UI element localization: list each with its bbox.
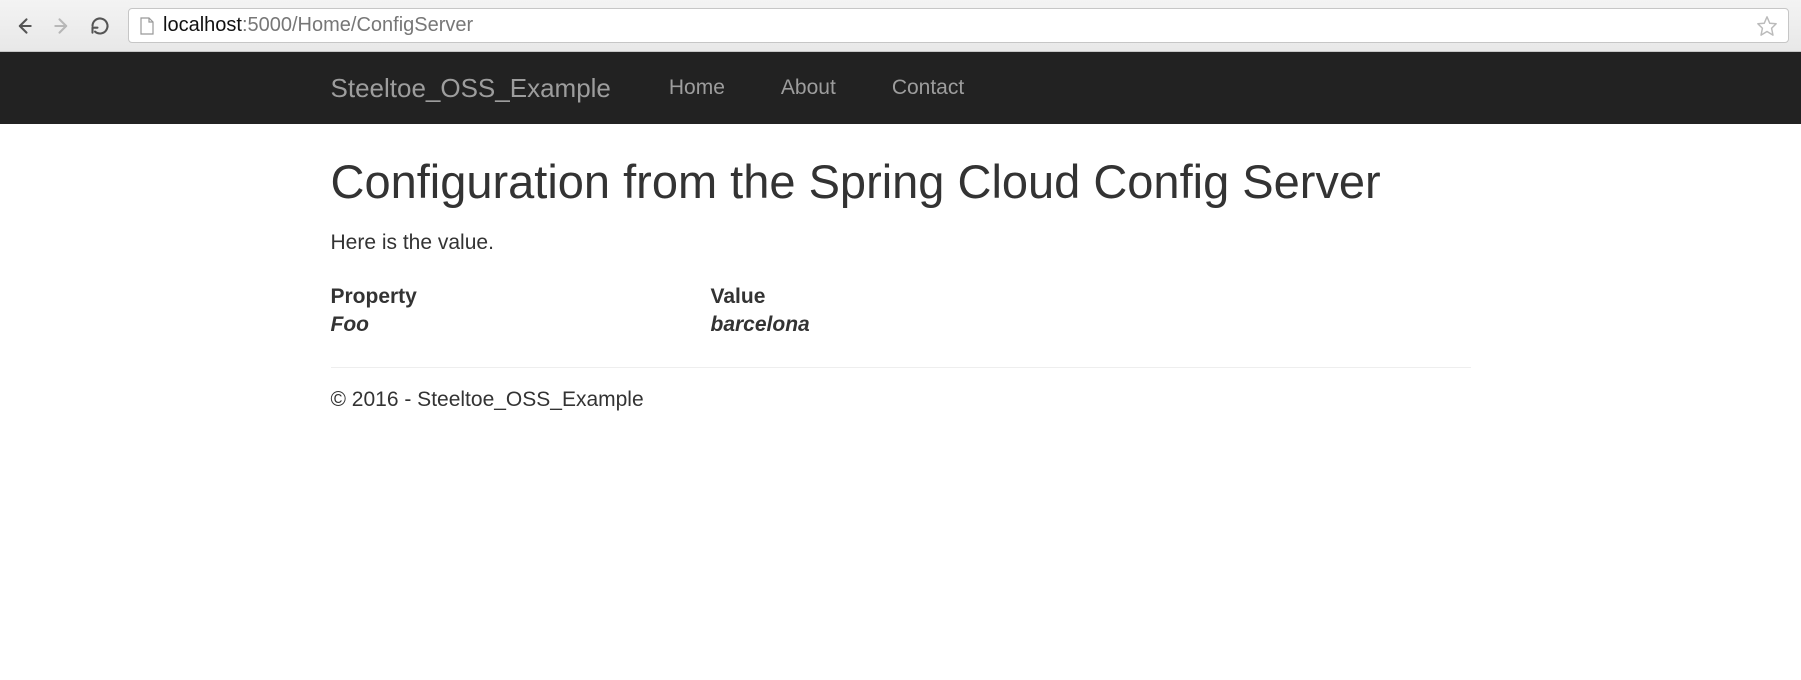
app-navbar: Steeltoe_OSS_Example Home About Contact bbox=[0, 52, 1801, 124]
divider bbox=[331, 367, 1471, 368]
bookmark-star-icon[interactable] bbox=[1756, 15, 1778, 37]
config-table: Property Value Foo barcelona bbox=[331, 283, 1471, 339]
forward-button[interactable] bbox=[50, 14, 74, 38]
address-url: localhost:5000/Home/ConfigServer bbox=[163, 14, 1748, 37]
url-path: :5000/Home/ConfigServer bbox=[242, 14, 473, 36]
address-bar[interactable]: localhost:5000/Home/ConfigServer bbox=[128, 8, 1789, 43]
nav-link-home[interactable]: Home bbox=[641, 76, 753, 100]
table-cell-value: barcelona bbox=[711, 311, 810, 339]
browser-nav-buttons bbox=[12, 14, 112, 38]
brand[interactable]: Steeltoe_OSS_Example bbox=[331, 73, 641, 104]
back-button[interactable] bbox=[12, 14, 36, 38]
footer-text: © 2016 - Steeltoe_OSS_Example bbox=[331, 388, 1471, 412]
table-header-value: Value bbox=[711, 283, 766, 311]
nav-link-about[interactable]: About bbox=[753, 76, 864, 100]
nav-links: Home About Contact bbox=[641, 76, 992, 100]
table-row: Foo barcelona bbox=[331, 311, 1471, 339]
table-header-property: Property bbox=[331, 283, 711, 311]
reload-button[interactable] bbox=[88, 14, 112, 38]
page-lead: Here is the value. bbox=[331, 231, 1471, 255]
url-host: localhost bbox=[163, 14, 242, 36]
table-header-row: Property Value bbox=[331, 283, 1471, 311]
table-cell-property: Foo bbox=[331, 311, 711, 339]
page-title: Configuration from the Spring Cloud Conf… bbox=[331, 154, 1471, 209]
page-file-icon bbox=[139, 17, 155, 35]
browser-toolbar: localhost:5000/Home/ConfigServer bbox=[0, 0, 1801, 52]
page-container: Configuration from the Spring Cloud Conf… bbox=[316, 124, 1486, 452]
nav-link-contact[interactable]: Contact bbox=[864, 76, 992, 100]
